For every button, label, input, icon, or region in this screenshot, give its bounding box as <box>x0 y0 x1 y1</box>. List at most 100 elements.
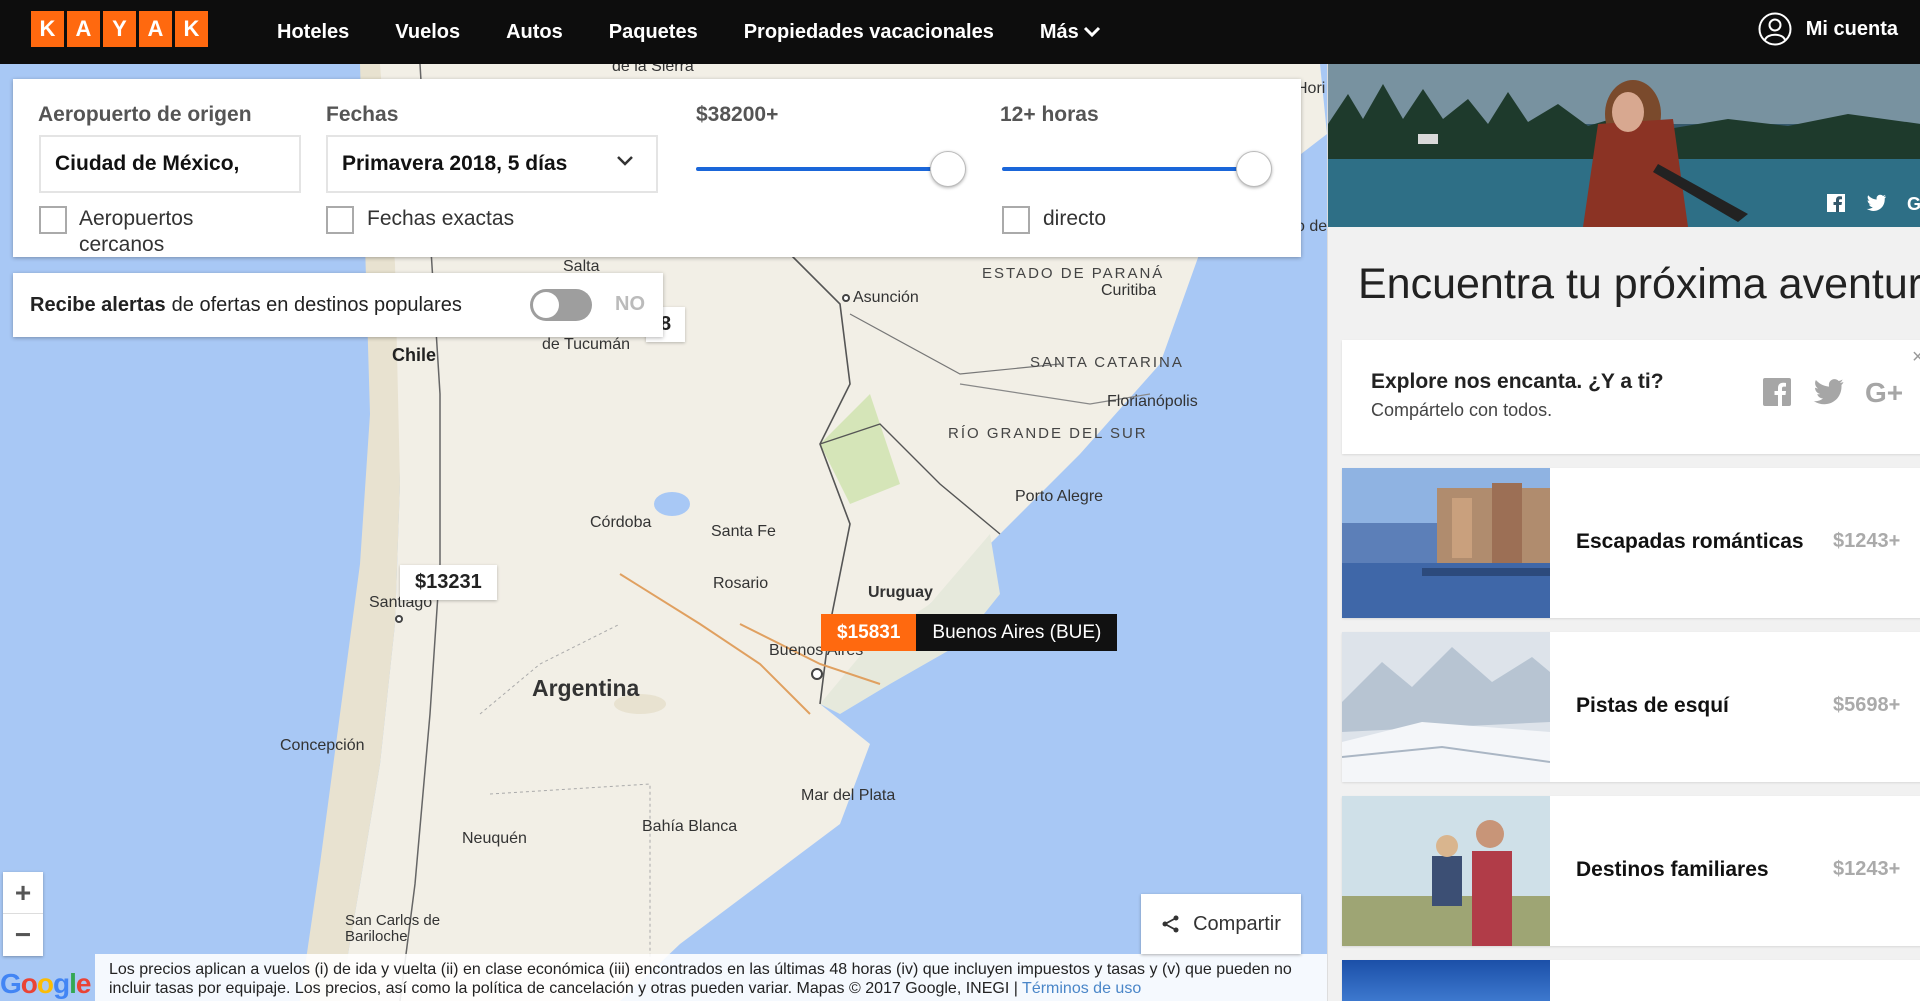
alerts-toggle[interactable] <box>530 289 592 321</box>
explore-title: Explore nos encanta. ¿Y a ti? <box>1371 370 1664 393</box>
map-label: Bahía Blanca <box>642 818 738 835</box>
duration-slider-track <box>1002 167 1254 171</box>
exact-dates-checkbox[interactable] <box>326 206 354 234</box>
map-label: de Tucumán <box>542 336 631 353</box>
terms-link[interactable]: Términos de uso <box>1022 980 1141 997</box>
nav-vuelos[interactable]: Vuelos <box>395 21 460 44</box>
chevron-down-icon <box>1083 26 1100 38</box>
nav-autos[interactable]: Autos <box>506 21 563 44</box>
svg-text:G: G <box>1907 194 1920 212</box>
city-dot <box>842 294 850 302</box>
twitter-icon[interactable] <box>1865 194 1887 212</box>
user-icon <box>1758 12 1792 46</box>
destination-card[interactable]: Pistas de esquí $5698+ <box>1342 632 1920 782</box>
price-disclaimer: Los precios aplican a vuelos (i) de ida … <box>95 954 1327 1001</box>
map-label: Uruguay <box>868 584 933 601</box>
card-title: Escapadas románticas <box>1576 530 1804 553</box>
dates-value: Primavera 2018, 5 días <box>342 152 568 175</box>
map-label: Asunción <box>853 289 919 306</box>
logo-letter: K <box>175 11 208 47</box>
nav-paquetes[interactable]: Paquetes <box>609 21 698 44</box>
logo-letter: Y <box>103 11 136 47</box>
price-slider[interactable] <box>696 149 966 189</box>
price-label: $38200+ <box>696 103 779 126</box>
facebook-icon[interactable] <box>1763 378 1791 406</box>
nav-propiedades[interactable]: Propiedades vacacionales <box>744 21 994 44</box>
card-title: Pistas de esquí <box>1576 694 1729 717</box>
direct-label: directo <box>1043 207 1107 230</box>
destination-card[interactable]: Destinos familiares $1243+ <box>1342 796 1920 946</box>
close-icon[interactable]: × <box>1912 346 1920 369</box>
direct-checkbox[interactable] <box>1002 206 1030 234</box>
map-label: San Carlos de Bariloche <box>345 912 441 945</box>
zoom-out-button[interactable]: − <box>3 914 43 956</box>
app: K A Y A K Hoteles Vuelos Autos Paquetes … <box>0 0 1920 1001</box>
map-label: Concepción <box>280 737 365 754</box>
share-button[interactable]: Compartir <box>1141 894 1301 954</box>
explore-subtitle: Compártelo con todos. <box>1371 400 1553 420</box>
alerts-toggle-label: NO <box>615 293 645 315</box>
destination-card[interactable]: Escapadas románticas $1243+ <box>1342 468 1920 618</box>
map-label: SANTA CATARINA <box>1030 354 1184 371</box>
chevron-down-icon <box>617 156 633 166</box>
sidebar-headline: Encuentra tu próxima aventura <box>1358 260 1920 308</box>
duration-slider-handle[interactable] <box>1236 151 1272 187</box>
logo-letter: K <box>31 11 64 47</box>
account-button[interactable]: Mi cuenta <box>1758 12 1898 46</box>
card-image <box>1342 468 1550 618</box>
hero-image: G <box>1328 64 1920 227</box>
nav-mas[interactable]: Más <box>1040 21 1101 44</box>
facebook-icon[interactable] <box>1827 194 1845 212</box>
zoom-controls: + − <box>3 872 43 956</box>
dates-label: Fechas <box>326 103 399 126</box>
card-image <box>1342 960 1550 1001</box>
map-label: Chile <box>392 345 437 365</box>
nav-mas-label: Más <box>1039 20 1079 43</box>
origin-input[interactable]: Ciudad de México, <box>39 135 301 193</box>
share-label: Compartir <box>1193 912 1281 935</box>
account-label: Mi cuenta <box>1805 17 1898 40</box>
selected-destination-marker[interactable]: $15831 Buenos Aires (BUE) <box>821 614 1118 651</box>
map-label: ESTADO DE PARANÁ <box>982 265 1165 282</box>
origin-label: Aeropuerto de origen <box>38 103 252 126</box>
card-price: $1243+ <box>1833 530 1901 552</box>
nearby-airports-checkbox[interactable] <box>39 206 67 234</box>
nav-hoteles[interactable]: Hoteles <box>277 21 349 44</box>
duration-slider[interactable] <box>1002 149 1272 189</box>
dates-dropdown[interactable]: Primavera 2018, 5 días <box>326 135 658 193</box>
map-label: Curitiba <box>1101 282 1157 299</box>
price-slider-track <box>696 167 948 171</box>
map-label: Argentina <box>532 675 640 701</box>
kayak-logo[interactable]: K A Y A K <box>31 11 208 47</box>
exact-dates-label: Fechas exactas <box>367 207 515 230</box>
nearby-airports-label: Aeropuertos cercanos <box>79 207 194 256</box>
card-price: $1243+ <box>1833 858 1901 880</box>
alerts-text: de ofertas en destinos populares <box>171 293 462 316</box>
top-nav: K A Y A K Hoteles Vuelos Autos Paquetes … <box>0 0 1920 64</box>
alerts-bold: Recibe alertas <box>30 293 166 316</box>
svg-text:G+: G+ <box>1865 378 1903 406</box>
nav-links: Hoteles Vuelos Autos Paquetes Propiedade… <box>277 0 1147 64</box>
price-marker[interactable]: $13231 <box>400 565 497 600</box>
google-plus-icon[interactable]: G+ <box>1865 378 1913 406</box>
alerts-bar: Recibe alertas de ofertas en destinos po… <box>13 273 663 337</box>
card-title: Destinos familiares <box>1576 858 1769 881</box>
city-dot <box>811 668 823 680</box>
price-slider-handle[interactable] <box>930 151 966 187</box>
map-label: Neuquén <box>462 830 527 847</box>
selected-name: Buenos Aires (BUE) <box>916 614 1118 651</box>
map-label: Porto Alegre <box>1015 488 1104 505</box>
google-plus-icon[interactable]: G <box>1907 194 1920 212</box>
share-icon <box>1162 915 1179 933</box>
destination-card[interactable] <box>1342 960 1920 1001</box>
map-label: Mar del Plata <box>801 787 896 804</box>
selected-price: $15831 <box>821 614 917 651</box>
map-label: Santa Fe <box>711 523 776 540</box>
map-label: Florianópolis <box>1107 393 1198 410</box>
twitter-icon[interactable] <box>1811 378 1845 406</box>
card-image <box>1342 796 1550 946</box>
filter-panel: Aeropuerto de origen Ciudad de México, A… <box>13 79 1301 257</box>
zoom-in-button[interactable]: + <box>3 872 43 914</box>
duration-label: 12+ horas <box>1000 103 1099 126</box>
card-image <box>1342 632 1550 782</box>
